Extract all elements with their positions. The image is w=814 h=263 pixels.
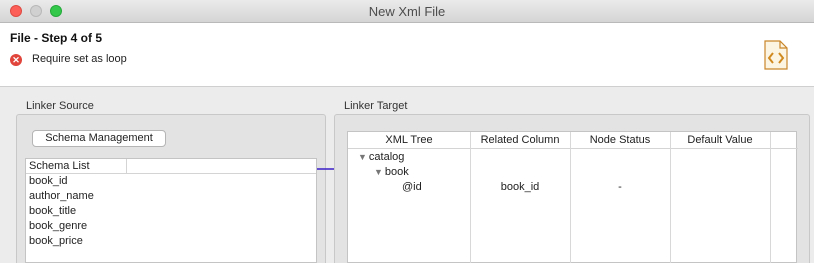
related-column-cell[interactable]: book_id [470,180,570,194]
column-header-empty [770,132,798,149]
schema-list-header: Schema List [26,159,316,174]
wizard-header: File - Step 4 of 5 ✕ Require set as loop [0,23,814,87]
triangle-down-icon[interactable]: ▼ [358,150,367,164]
schema-management-button[interactable]: Schema Management [32,130,166,147]
column-divider [770,132,771,263]
list-item[interactable]: book_price [26,234,316,249]
node-status-cell: - [618,181,622,193]
column-header-xml-tree[interactable]: XML Tree [348,132,470,149]
list-item[interactable]: book_genre [26,219,316,234]
list-item[interactable]: book_title [26,204,316,219]
linker-source-label: Linker Source [26,100,94,112]
schema-list[interactable]: Schema List book_id author_name book_tit… [25,158,317,263]
column-divider [570,132,571,263]
error-message: Require set as loop [32,53,127,65]
xml-file-icon [764,40,788,70]
step-title: File - Step 4 of 5 [10,31,103,45]
column-header-related-column[interactable]: Related Column [470,132,570,149]
title-bar: New Xml File [0,0,814,23]
tree-node-label: catalog [368,151,405,163]
linker-target-label: Linker Target [344,100,408,112]
column-header-default-value[interactable]: Default Value [670,132,770,149]
schema-list-header-label: Schema List [29,160,90,172]
column-divider [126,159,127,173]
window-title: New Xml File [368,4,446,19]
tree-node-row[interactable]: ▼ catalog [358,150,404,164]
tree-node-row[interactable]: @id [402,180,422,194]
column-divider [670,132,671,263]
tree-node-label: @id [402,181,422,193]
tree-node-label: book [384,166,409,178]
column-header-node-status[interactable]: Node Status [570,132,670,149]
list-item[interactable]: author_name [26,189,316,204]
list-item[interactable]: book_id [26,174,316,189]
column-divider [470,132,471,263]
tree-node-row[interactable]: ▼ book [374,165,409,179]
triangle-down-icon[interactable]: ▼ [374,165,383,179]
xml-tree-table[interactable]: XML Tree Related Column Node Status Defa… [347,131,798,263]
error-circle-icon: ✕ [10,54,22,66]
